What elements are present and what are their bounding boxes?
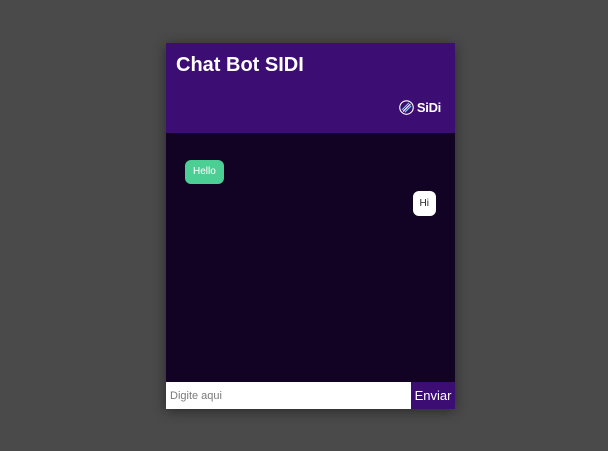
chat-input-bar: Enviar	[166, 382, 455, 409]
chat-title: Chat Bot SIDI	[176, 54, 304, 76]
bot-message: Hello	[185, 160, 224, 184]
chat-window: Chat Bot SIDI SiDi Hello Hi Enviar	[166, 43, 455, 409]
chat-header: Chat Bot SIDI SiDi	[166, 43, 455, 133]
brand-logo: SiDi	[399, 99, 441, 115]
send-button[interactable]: Enviar	[411, 382, 455, 409]
message-input[interactable]	[166, 382, 411, 409]
brand-text: SiDi	[416, 99, 441, 115]
user-message: Hi	[412, 191, 436, 216]
chat-messages: Hello Hi	[166, 133, 455, 382]
sidi-logo-icon	[399, 99, 414, 115]
